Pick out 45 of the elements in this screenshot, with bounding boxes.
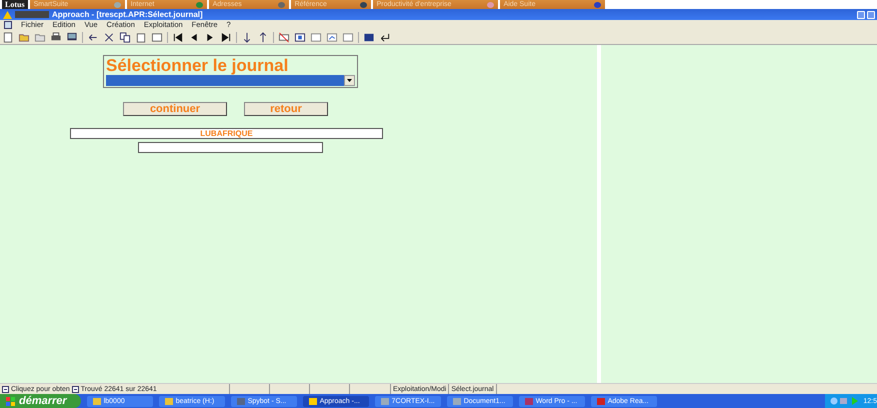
journal-dropdown[interactable]	[106, 75, 355, 86]
status-icon[interactable]	[2, 386, 9, 392]
suite-logo	[15, 11, 49, 18]
start-button[interactable]: démarrer	[0, 394, 81, 408]
chart-icon[interactable]	[326, 32, 338, 42]
minimize-button[interactable]	[857, 10, 865, 18]
sort-descending-icon[interactable]	[257, 32, 269, 42]
suite-tab-icon	[114, 2, 121, 8]
window-icon	[524, 398, 533, 404]
status-icon[interactable]	[72, 386, 79, 392]
window-icon	[596, 398, 605, 404]
print-icon[interactable]	[50, 32, 62, 42]
scissors-icon[interactable]	[103, 32, 115, 42]
windows-logo-icon	[6, 396, 15, 406]
text-field[interactable]: LUBAFRIQUE	[70, 128, 383, 139]
dropdown-caret-icon	[347, 79, 352, 82]
undo-arrow-icon[interactable]	[87, 32, 99, 42]
find-icon[interactable]	[294, 32, 306, 42]
window-icon	[164, 398, 173, 404]
window-icon	[92, 398, 101, 404]
lotus-menu[interactable]: Lotus	[2, 0, 28, 9]
enter-arrow-icon[interactable]	[379, 32, 391, 42]
monitor-icon[interactable]	[66, 32, 78, 42]
document-icon[interactable]	[4, 21, 12, 29]
window-icon	[380, 398, 389, 404]
crossed-out-icon[interactable]	[278, 32, 290, 42]
text-field[interactable]	[138, 142, 323, 153]
suite-tab-icon	[196, 2, 203, 8]
suite-tab-icon	[594, 2, 601, 8]
window-icon	[236, 398, 245, 404]
suite-tab-icon	[278, 2, 285, 8]
suite-tab-icon	[360, 2, 367, 8]
window-icon	[308, 398, 317, 404]
copy-icon[interactable]	[119, 32, 131, 42]
back-button[interactable]: retour	[244, 102, 328, 116]
suite-tab-icon	[486, 2, 494, 8]
first-record-icon[interactable]	[172, 32, 184, 42]
window-title: Approach - [trescpt.APR:Sélect.journal]	[52, 10, 203, 18]
form-heading: Sélectionner le journal	[105, 56, 290, 75]
new-file-icon[interactable]	[2, 32, 14, 42]
window-icon	[452, 398, 461, 404]
sort-ascending-icon[interactable]	[241, 32, 253, 42]
restore-button[interactable]	[867, 10, 875, 18]
last-record-icon[interactable]	[220, 32, 232, 42]
continue-button[interactable]: continuer	[123, 102, 227, 116]
